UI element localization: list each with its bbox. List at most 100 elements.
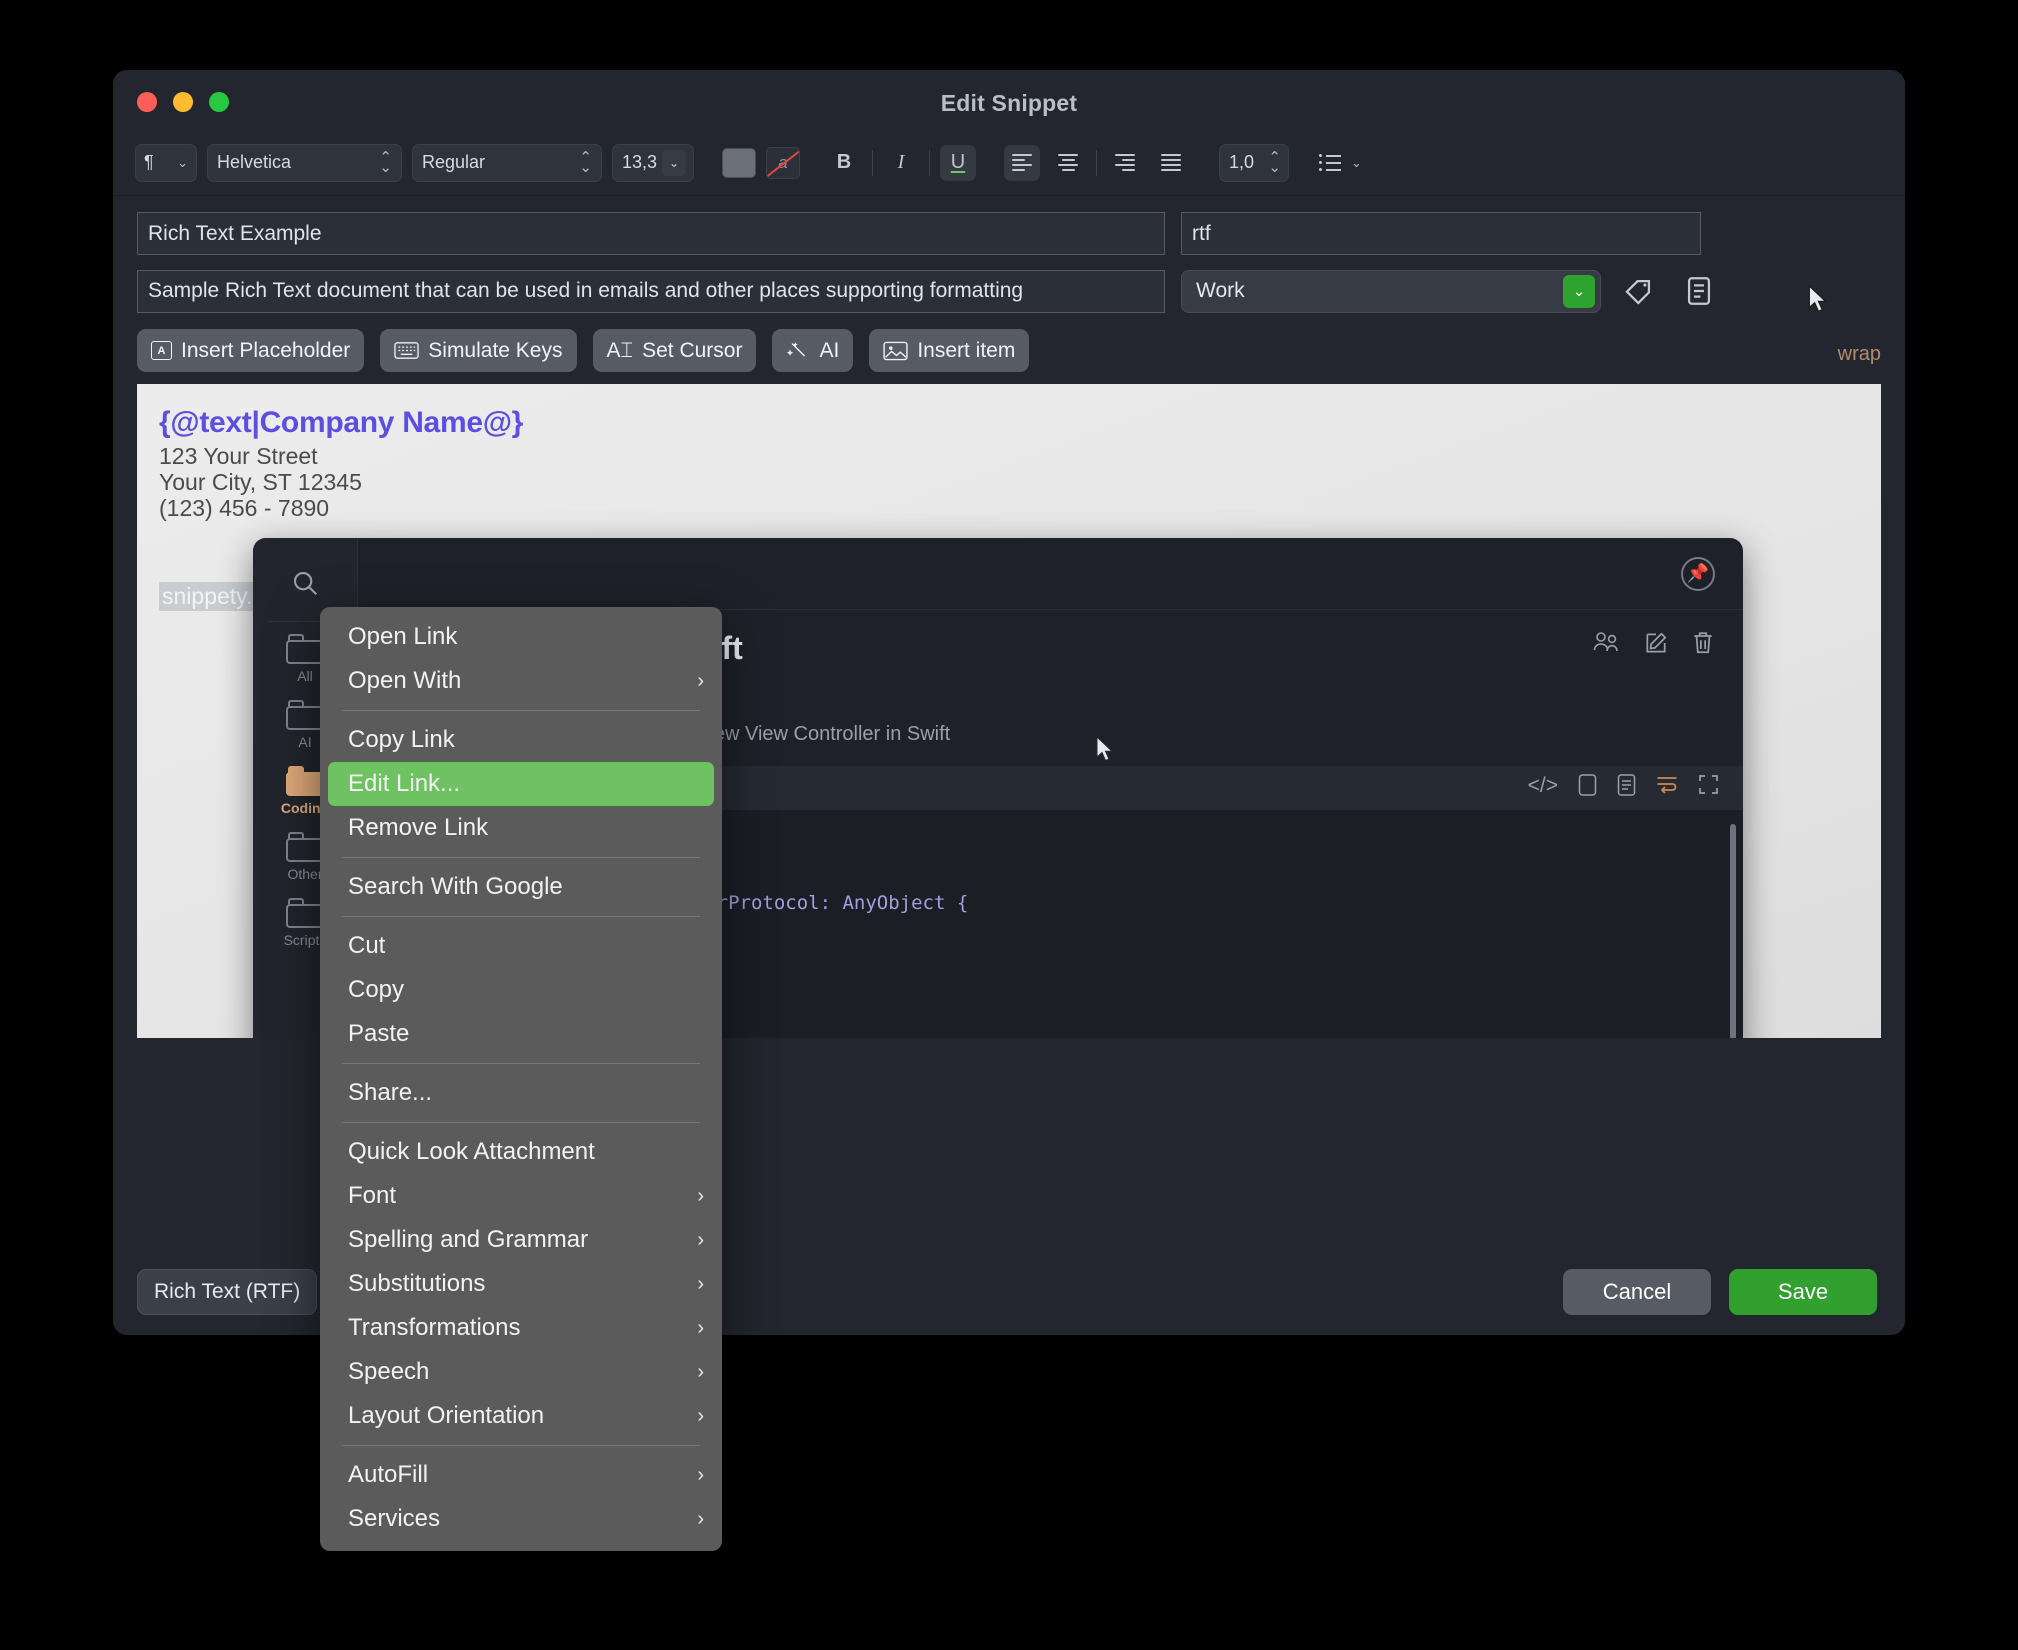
- menu-item-layout-orientation[interactable]: Layout Orientation ›: [320, 1394, 722, 1438]
- no-background-color-button[interactable]: a: [766, 146, 800, 179]
- chevron-right-icon: ›: [697, 1316, 704, 1339]
- list-style-button[interactable]: ⌄: [1319, 145, 1362, 181]
- menu-separator: [342, 1445, 700, 1446]
- mouse-cursor: [1808, 285, 1827, 313]
- stepper-icon[interactable]: ⌃ ⌄: [579, 150, 592, 175]
- simulate-keys-label: Simulate Keys: [428, 338, 563, 362]
- line-spacing-combobox[interactable]: 1,0 ⌃ ⌄: [1219, 143, 1289, 182]
- context-menu[interactable]: Open Link Open With › Copy Link Edit Link...…: [320, 607, 722, 1551]
- stepper-icon[interactable]: ⌃ ⌄: [1268, 150, 1281, 175]
- bold-button[interactable]: B: [826, 145, 862, 181]
- code-icon[interactable]: </>: [1528, 774, 1558, 802]
- menu-item-transformations[interactable]: Transformations ›: [320, 1306, 722, 1350]
- embedded-header-actions: [1591, 630, 1715, 663]
- expand-icon[interactable]: [1698, 774, 1719, 802]
- snippet-type-select[interactable]: Rich Text (RTF): [137, 1269, 318, 1315]
- paragraph-style-popup[interactable]: ¶ ⌄: [135, 143, 197, 182]
- chevron-right-icon: ›: [697, 669, 704, 692]
- wrap-toggle[interactable]: wrap: [1838, 343, 1881, 366]
- menu-item-label: Font: [348, 1182, 397, 1209]
- font-style-combobox[interactable]: Regular ⌃ ⌄: [412, 143, 602, 182]
- menu-item-paste[interactable]: Paste: [320, 1012, 722, 1056]
- align-center-button[interactable]: [1050, 145, 1086, 181]
- menu-item-open-with[interactable]: Open With ›: [320, 659, 722, 703]
- menu-item-edit-link[interactable]: Edit Link...: [328, 762, 714, 806]
- menu-separator: [342, 1122, 700, 1123]
- font-size-combobox[interactable]: 13,3 ⌄: [612, 143, 694, 182]
- insert-actions-row: A Insert Placeholder Simulate Keys A⌶ Se…: [137, 329, 1881, 372]
- snippet-name-input[interactable]: Rich Text Example: [137, 212, 1165, 255]
- menu-item-speech[interactable]: Speech ›: [320, 1350, 722, 1394]
- pin-icon[interactable]: 📌: [1681, 556, 1715, 591]
- italic-label: I: [897, 151, 905, 173]
- menu-item-label: Share...: [348, 1079, 433, 1106]
- tag-icon[interactable]: [1617, 269, 1661, 313]
- save-button[interactable]: Save: [1729, 1269, 1877, 1315]
- chevron-down-icon[interactable]: ⌄: [662, 149, 686, 176]
- note-icon[interactable]: [1677, 269, 1721, 313]
- title-bar: Edit Snippet: [113, 70, 1905, 130]
- simulate-keys-button[interactable]: Simulate Keys: [380, 329, 577, 372]
- trash-icon[interactable]: [1691, 630, 1715, 663]
- chevron-right-icon: ›: [697, 1463, 704, 1486]
- cancel-button[interactable]: Cancel: [1563, 1269, 1711, 1315]
- snippet-keyword-input[interactable]: rtf: [1181, 212, 1701, 255]
- align-justify-button[interactable]: [1153, 145, 1189, 181]
- underline-button[interactable]: U: [940, 144, 976, 181]
- edit-icon[interactable]: [1643, 630, 1669, 663]
- bullet-list-icon: [1319, 154, 1341, 171]
- chevron-right-icon: ›: [697, 1228, 704, 1251]
- insert-item-button[interactable]: Insert item: [869, 329, 1030, 372]
- insert-placeholder-button[interactable]: A Insert Placeholder: [137, 329, 365, 372]
- paste-icon[interactable]: [1617, 774, 1636, 802]
- folder-icon: [286, 832, 324, 862]
- text-color-well[interactable]: [722, 147, 756, 178]
- chevron-right-icon: ›: [697, 1272, 704, 1295]
- wrap-icon[interactable]: [1656, 774, 1678, 802]
- menu-item-label: Layout Orientation: [348, 1402, 545, 1429]
- menu-item-label: Remove Link: [348, 814, 489, 841]
- menu-item-substitutions[interactable]: Substitutions ›: [320, 1262, 722, 1306]
- menu-item-search-with-google[interactable]: Search With Google: [320, 865, 722, 909]
- menu-separator: [342, 857, 700, 858]
- code-scrollbar[interactable]: [1730, 824, 1736, 1038]
- menu-item-label: Speech: [348, 1358, 430, 1385]
- placeholder-token[interactable]: {@text|Company Name@}: [159, 406, 1881, 440]
- menu-item-cut[interactable]: Cut: [320, 924, 722, 968]
- name-row: Rich Text Example rtf: [137, 212, 1881, 255]
- phone-line: (123) 456 - 7890: [159, 494, 330, 521]
- chevron-down-icon[interactable]: ⌄: [1563, 274, 1595, 308]
- snippet-name-value: Rich Text Example: [148, 221, 322, 245]
- search-icon[interactable]: [290, 568, 320, 605]
- insert-item-label: Insert item: [917, 338, 1016, 362]
- folder-select[interactable]: Work ⌄: [1181, 269, 1601, 313]
- menu-item-share[interactable]: Share...: [320, 1071, 722, 1115]
- folder-icon: [286, 766, 324, 796]
- copy-icon[interactable]: [1578, 774, 1597, 802]
- menu-item-autofill[interactable]: AutoFill ›: [320, 1453, 722, 1497]
- snippet-description-input[interactable]: Sample Rich Text document that can be us…: [137, 269, 1165, 313]
- snippet-description-value: Sample Rich Text document that can be us…: [148, 279, 1024, 302]
- share-people-icon[interactable]: [1591, 630, 1621, 663]
- save-label: Save: [1777, 1279, 1829, 1304]
- menu-separator: [342, 1063, 700, 1064]
- set-cursor-button[interactable]: A⌶ Set Cursor: [592, 329, 757, 372]
- chevron-right-icon: ›: [697, 1360, 704, 1383]
- align-left-button[interactable]: [1004, 144, 1040, 181]
- chevron-down-icon: ⌄: [1351, 154, 1362, 170]
- menu-item-label: Cut: [348, 932, 386, 959]
- italic-button[interactable]: I: [883, 145, 919, 181]
- menu-item-font[interactable]: Font ›: [320, 1174, 722, 1218]
- menu-item-copy[interactable]: Copy: [320, 968, 722, 1012]
- font-family-combobox[interactable]: Helvetica ⌃ ⌄: [207, 143, 402, 182]
- menu-item-remove-link[interactable]: Remove Link: [320, 806, 722, 850]
- align-right-button[interactable]: [1107, 145, 1143, 181]
- menu-item-copy-link[interactable]: Copy Link: [320, 718, 722, 762]
- menu-item-open-link[interactable]: Open Link: [320, 615, 722, 659]
- menu-item-spelling-and-grammar[interactable]: Spelling and Grammar ›: [320, 1218, 722, 1262]
- menu-item-quick-look-attachment[interactable]: Quick Look Attachment: [320, 1130, 722, 1174]
- menu-item-services[interactable]: Services ›: [320, 1497, 722, 1541]
- ai-button[interactable]: AI: [772, 329, 854, 372]
- stepper-icon[interactable]: ⌃ ⌄: [379, 150, 392, 175]
- address-line-1: 123 Your Street: [159, 443, 318, 469]
